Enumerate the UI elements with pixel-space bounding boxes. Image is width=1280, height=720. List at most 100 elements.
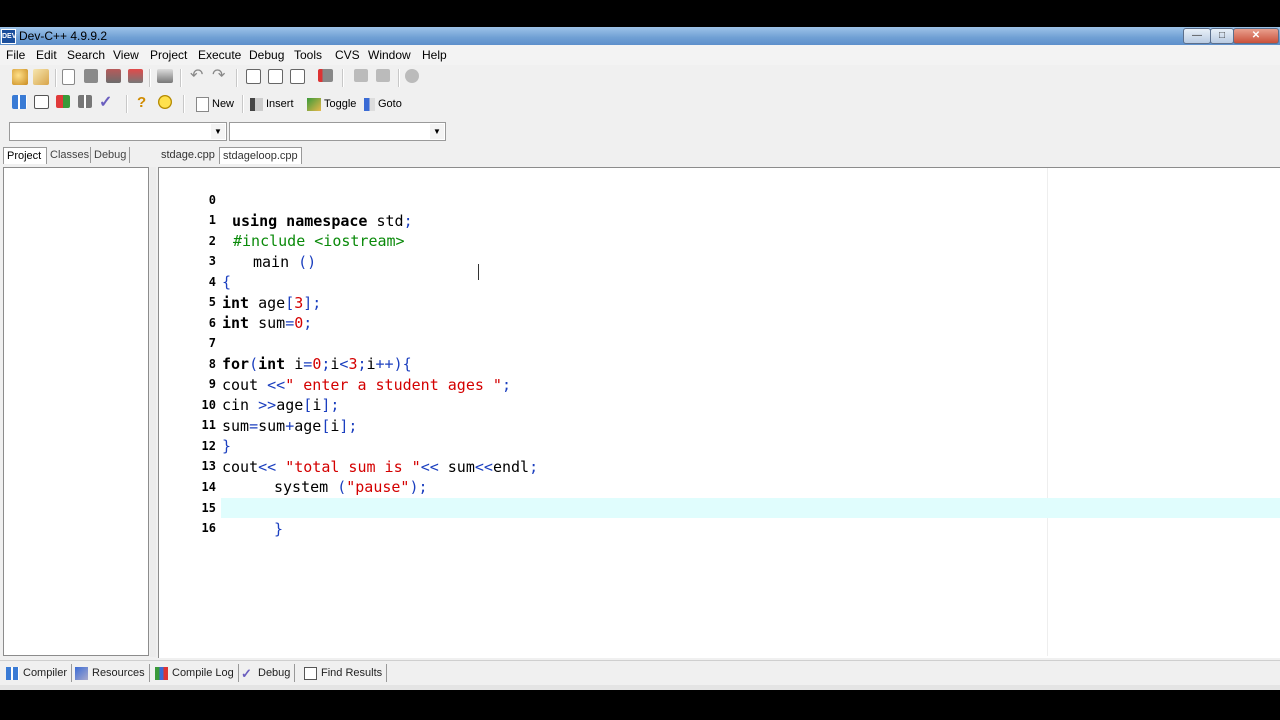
check-icon: ✓ xyxy=(241,665,252,681)
line-code: } xyxy=(274,520,284,538)
maximize-button[interactable]: □ xyxy=(1210,28,1234,44)
resources-icon xyxy=(75,666,88,680)
menu-debug[interactable]: Debug xyxy=(249,48,284,62)
help-icon[interactable]: ? xyxy=(137,95,153,111)
compiler-icon xyxy=(6,666,19,680)
compile-run-icon[interactable] xyxy=(56,95,70,108)
compile-log-icon xyxy=(155,666,168,680)
open-project-icon[interactable] xyxy=(12,69,28,85)
code-line[interactable]: 9 cin >>age[i]; xyxy=(159,353,1279,414)
chevron-down-icon[interactable]: ▼ xyxy=(430,124,444,139)
code-line[interactable]: 3 { xyxy=(159,230,1279,291)
goto-label: Goto xyxy=(378,98,402,110)
close-button[interactable]: ✕ xyxy=(1233,28,1279,44)
code-line[interactable]: 0 using namespace std; xyxy=(159,169,1279,230)
code-line[interactable]: 7 for(int i=0;i<3;i++){ xyxy=(159,312,1279,373)
tab-project[interactable]: Project xyxy=(3,147,47,164)
new-icon xyxy=(196,96,209,112)
line-number: 16 xyxy=(201,521,216,535)
menu-cvs[interactable]: CVS xyxy=(335,48,360,62)
code-line[interactable]: 16 xyxy=(159,497,1279,535)
menu-view[interactable]: View xyxy=(113,48,139,62)
find-results-icon xyxy=(304,666,317,680)
save-icon[interactable] xyxy=(84,69,98,83)
code-line[interactable]: 2 main () xyxy=(159,210,1279,271)
chevron-down-icon[interactable]: ▼ xyxy=(211,124,225,139)
tab-resources[interactable]: Resources xyxy=(75,664,150,682)
code-line[interactable]: 14 xyxy=(159,456,1279,494)
window-title: Dev-C++ 4.9.9.2 xyxy=(19,29,108,43)
dev-cpp-icon: DEV xyxy=(1,29,16,44)
insert-label: Insert xyxy=(266,98,294,110)
tab-compiler[interactable]: Compiler xyxy=(6,664,73,682)
code-editor[interactable]: 0 using namespace std; 1 #include <iostr… xyxy=(158,167,1280,658)
menu-search[interactable]: Search xyxy=(67,48,105,62)
tab-compiler-label: Compiler xyxy=(23,667,68,679)
tab-debug[interactable]: Debug xyxy=(90,147,131,163)
goto-bookmark-button[interactable]: Goto xyxy=(364,96,402,112)
tab-compile-log-label: Compile Log xyxy=(172,667,234,679)
toggle-comment-icon[interactable] xyxy=(405,69,419,83)
member-select[interactable]: ▼ xyxy=(229,122,446,141)
code-line[interactable]: 15 } xyxy=(159,477,1279,538)
status-bar xyxy=(0,685,1280,690)
code-line[interactable]: 11 } xyxy=(159,394,1279,455)
menu-file[interactable]: File xyxy=(6,48,25,62)
code-line[interactable]: 6 xyxy=(159,292,1279,330)
print-icon[interactable] xyxy=(157,69,173,83)
menu-tools[interactable]: Tools xyxy=(294,48,322,62)
tab-stdage-cpp[interactable]: stdage.cpp xyxy=(158,147,218,163)
goto-line-icon[interactable] xyxy=(318,69,333,82)
minimize-button[interactable]: — xyxy=(1183,28,1211,44)
unindent-icon[interactable] xyxy=(376,69,390,82)
menu-help[interactable]: Help xyxy=(422,48,447,62)
tab-find-results[interactable]: Find Results xyxy=(304,664,388,682)
code-line[interactable]: 1 #include <iostream> xyxy=(159,189,1279,250)
find-next-icon[interactable] xyxy=(290,69,305,84)
save-all-icon[interactable] xyxy=(106,69,121,83)
menu-window[interactable]: Window xyxy=(368,48,411,62)
new-file-icon[interactable] xyxy=(62,69,75,85)
class-browser-bar: ▼ ▼ xyxy=(0,117,448,145)
code-line[interactable]: 5 int sum=0; xyxy=(159,271,1279,332)
indent-icon[interactable] xyxy=(354,69,368,82)
class-select[interactable]: ▼ xyxy=(9,122,227,141)
compile-icon[interactable] xyxy=(12,95,27,109)
rebuild-icon[interactable] xyxy=(78,95,92,108)
tab-debug-output[interactable]: ✓ Debug xyxy=(241,664,296,682)
menu-execute[interactable]: Execute xyxy=(198,48,241,62)
code-line[interactable]: 13 system ("pause"); xyxy=(159,435,1279,496)
dev-cpp-window: DEV Dev-C++ 4.9.9.2 — □ ✕ File Edit Sear… xyxy=(0,27,1280,690)
tab-stdageloop-cpp[interactable]: stdageloop.cpp xyxy=(219,147,302,164)
code-line[interactable]: 10 sum=sum+age[i]; xyxy=(159,374,1279,435)
check-icon[interactable]: ✓ xyxy=(99,95,115,111)
run-icon[interactable] xyxy=(34,95,49,109)
menu-edit[interactable]: Edit xyxy=(36,48,57,62)
menu-bar: File Edit Search View Project Execute De… xyxy=(0,45,1280,65)
main-toolbar: ↶ ↷ xyxy=(0,66,445,90)
code-line[interactable]: 4 int age[3]; xyxy=(159,251,1279,312)
code-line[interactable]: 12 cout<< "total sum is "<< sum<<endl; xyxy=(159,415,1279,476)
tab-debug-label: Debug xyxy=(258,667,291,679)
menu-project[interactable]: Project xyxy=(150,48,187,62)
about-icon[interactable] xyxy=(158,95,172,109)
title-bar[interactable]: DEV Dev-C++ 4.9.9.2 — □ ✕ xyxy=(0,27,1280,45)
toggle-bookmark-button[interactable]: Toggle xyxy=(307,96,356,112)
secondary-toolbar: ✓ ? New Insert Toggle Goto xyxy=(0,92,418,116)
new-bookmark-button[interactable]: New xyxy=(196,96,234,112)
open-file-icon[interactable] xyxy=(33,69,49,85)
redo-icon[interactable]: ↷ xyxy=(212,68,228,85)
new-label: New xyxy=(212,98,235,110)
tab-compile-log[interactable]: Compile Log xyxy=(155,664,239,682)
close-file-icon[interactable] xyxy=(128,69,143,83)
insert-button[interactable]: Insert xyxy=(250,96,294,112)
tab-find-results-label: Find Results xyxy=(321,667,383,679)
find-icon[interactable] xyxy=(246,69,261,84)
code-line[interactable]: 8 cout <<" enter a student ages "; xyxy=(159,333,1279,394)
tab-resources-label: Resources xyxy=(92,667,145,679)
project-panel[interactable] xyxy=(3,167,149,656)
tab-classes[interactable]: Classes xyxy=(46,147,92,163)
panel-splitter[interactable] xyxy=(150,167,156,657)
undo-icon[interactable]: ↶ xyxy=(190,68,206,85)
replace-icon[interactable] xyxy=(268,69,283,84)
